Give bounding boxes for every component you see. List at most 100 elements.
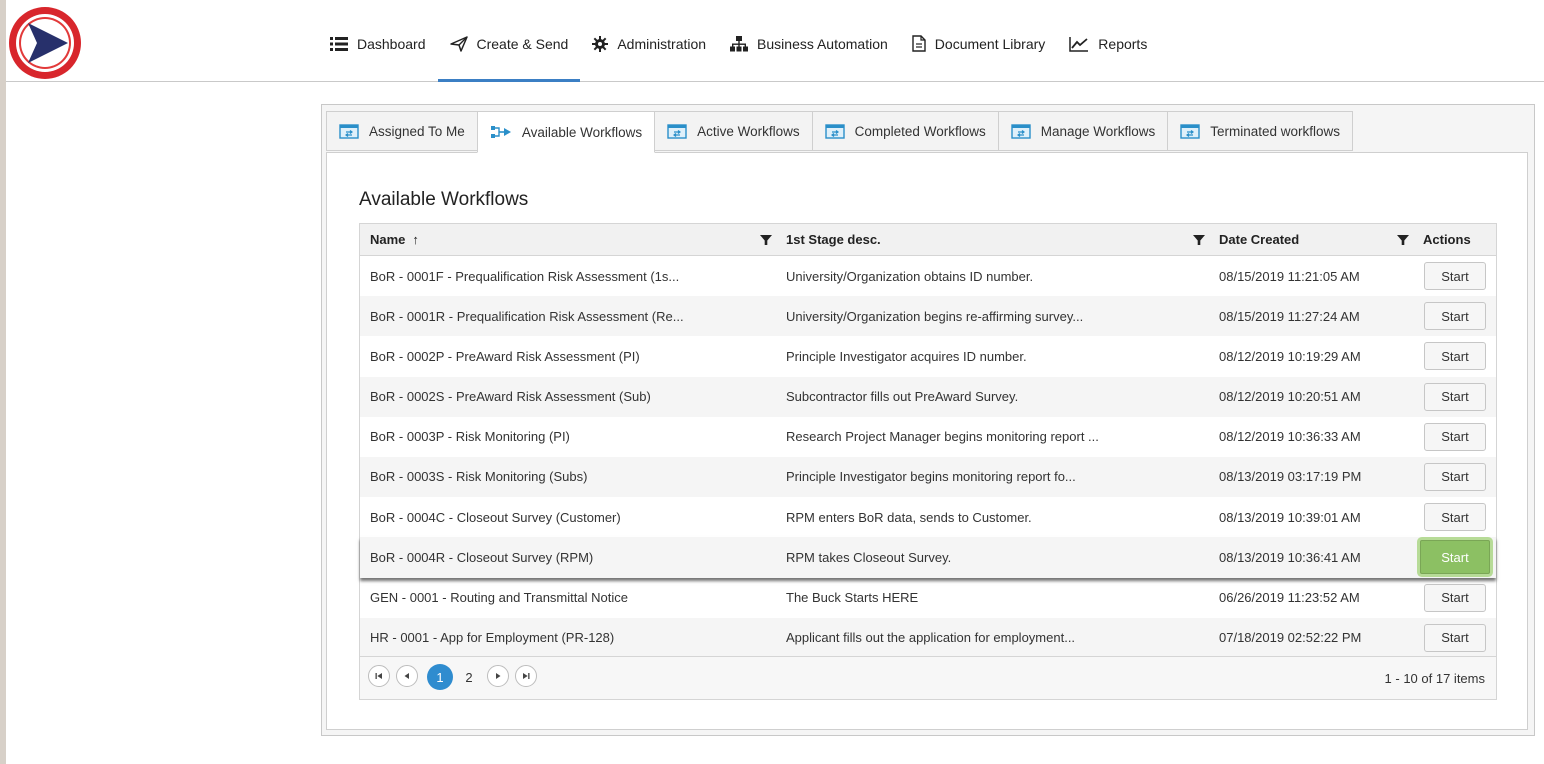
row-date: 08/13/2019 10:39:01 AM — [1219, 509, 1361, 525]
column-header-date[interactable]: Date Created — [1219, 224, 1299, 255]
start-button[interactable]: Start — [1424, 583, 1486, 612]
row-desc: RPM enters BoR data, sends to Customer. — [786, 509, 1032, 525]
row-desc: The Buck Starts HERE — [786, 590, 919, 605]
pager: 1 2 1 - 10 of 17 items — [360, 656, 1496, 699]
workflows-grid: Name ↑ 1st Stage desc. Date Created Acti… — [359, 223, 1497, 700]
row-name: BoR - 0001R - Prequalification Risk Asse… — [370, 308, 684, 324]
row-desc: University/Organization begins re-affirm… — [786, 308, 1084, 324]
filter-name-icon[interactable] — [760, 224, 772, 255]
nj-dot-logo[interactable] — [6, 6, 86, 80]
row-name: BoR - 0001F - Prequalification Risk Asse… — [370, 268, 680, 284]
nav-create-send-label: Create & Send — [476, 35, 569, 52]
row-date: 08/15/2019 11:27:24 AM — [1219, 308, 1360, 324]
row-name: BoR - 0004C - Closeout Survey (Customer) — [370, 509, 621, 525]
start-button[interactable]: Start — [1424, 623, 1486, 652]
column-date-label: Date Created — [1219, 232, 1300, 247]
table-row[interactable]: GEN - 0001 - Routing and Transmittal Not… — [360, 578, 1496, 618]
tab-available-workflows[interactable]: Available Workflows — [476, 111, 656, 153]
tab-assigned-to-me[interactable]: Assigned To Me — [326, 111, 478, 151]
row-desc: Applicant fills out the application for … — [786, 630, 1076, 646]
start-button[interactable]: Start — [1424, 342, 1486, 371]
nav-create-send[interactable]: Create & Send — [437, 6, 581, 82]
main-nav: Dashboard Create & Send Administration B… — [318, 6, 1159, 82]
start-button[interactable]: Start — [1424, 302, 1486, 331]
row-date: 08/12/2019 10:36:33 AM — [1219, 429, 1361, 445]
column-header-name[interactable]: Name ↑ — [370, 224, 419, 255]
table-row[interactable]: BoR - 0001F - Prequalification Risk Asse… — [360, 256, 1496, 296]
workflow-folder-icon — [824, 124, 845, 139]
tab-manage-workflows[interactable]: Manage Workflows — [997, 111, 1169, 151]
tab-active-workflows[interactable]: Active Workflows — [654, 111, 813, 151]
row-name: HR - 0001 - App for Employment (PR-128) — [370, 630, 615, 646]
start-button[interactable]: Start — [1424, 462, 1486, 491]
filter-date-icon[interactable] — [1397, 224, 1409, 255]
row-name: BoR - 0003S - Risk Monitoring (Subs) — [370, 469, 588, 485]
nav-document-library-label: Document Library — [934, 35, 1046, 52]
nav-administration[interactable]: Administration — [580, 6, 718, 81]
workflow-flow-icon — [490, 126, 511, 138]
pager-info: 1 - 10 of 17 items — [1384, 670, 1485, 686]
column-header-desc[interactable]: 1st Stage desc. — [786, 224, 881, 255]
row-date: 07/18/2019 02:52:22 PM — [1219, 630, 1362, 646]
table-row[interactable]: HR - 0001 - App for Employment (PR-128) … — [360, 617, 1496, 658]
nav-dashboard-label: Dashboard — [357, 35, 426, 52]
workflow-folder-icon — [339, 124, 359, 139]
row-name: BoR - 0002P - PreAward Risk Assessment (… — [370, 348, 640, 364]
tab-content: Available Workflows Name ↑ 1st Stage des… — [326, 152, 1528, 730]
start-button[interactable]: Start — [1424, 262, 1486, 290]
tab-terminated-workflows-label: Terminated workflows — [1210, 123, 1341, 139]
page-1-button[interactable]: 1 — [427, 664, 453, 690]
workflow-tabs: Assigned To Me Available Workflows Activ… — [326, 111, 1354, 153]
first-page-button[interactable] — [368, 665, 390, 687]
page-2-button[interactable]: 2 — [456, 664, 482, 690]
row-desc: Principle Investigator begins monitoring… — [786, 469, 1076, 485]
column-header-actions: Actions — [1423, 224, 1471, 255]
previous-page-icon — [404, 673, 409, 679]
table-row[interactable]: BoR - 0004C - Closeout Survey (Customer)… — [360, 497, 1496, 537]
table-row[interactable]: BoR - 0001R - Prequalification Risk Asse… — [360, 296, 1496, 337]
row-date: 08/12/2019 10:19:29 AM — [1219, 348, 1361, 364]
nav-reports[interactable]: Reports — [1057, 6, 1159, 81]
last-page-button[interactable] — [515, 665, 537, 687]
start-button[interactable]: Start — [1424, 503, 1486, 532]
workflow-folder-icon — [1180, 124, 1200, 139]
row-date: 08/13/2019 10:36:41 AM — [1219, 549, 1361, 565]
start-button-hovered[interactable]: Start — [1420, 540, 1490, 575]
first-page-icon — [375, 673, 382, 679]
table-row-hovered[interactable]: BoR - 0004R - Closeout Survey (RPM) RPM … — [360, 537, 1496, 578]
gear-icon — [592, 35, 609, 52]
document-icon — [912, 35, 926, 52]
previous-page-button[interactable] — [396, 665, 418, 687]
next-page-button[interactable] — [487, 665, 509, 687]
row-name: BoR - 0004R - Closeout Survey (RPM) — [370, 549, 594, 565]
sort-ascending-icon: ↑ — [412, 232, 419, 247]
line-chart-icon — [1069, 36, 1089, 52]
nav-dashboard[interactable]: Dashboard — [318, 6, 438, 81]
tab-terminated-workflows[interactable]: Terminated workflows — [1167, 111, 1354, 151]
start-button[interactable]: Start — [1424, 382, 1486, 411]
start-button[interactable]: Start — [1424, 422, 1486, 451]
row-date: 08/13/2019 03:17:19 PM — [1219, 469, 1362, 485]
column-desc-label: 1st Stage desc. — [786, 232, 881, 247]
row-desc: Principle Investigator acquires ID numbe… — [786, 348, 1027, 364]
tab-active-workflows-label: Active Workflows — [697, 123, 800, 139]
table-row[interactable]: BoR - 0003S - Risk Monitoring (Subs) Pri… — [360, 456, 1496, 498]
row-desc: RPM takes Closeout Survey. — [786, 549, 952, 565]
row-desc: Research Project Manager begins monitori… — [786, 429, 1099, 445]
table-row[interactable]: BoR - 0003P - Risk Monitoring (PI) Resea… — [360, 417, 1496, 457]
column-actions-label: Actions — [1423, 232, 1471, 247]
top-navigation-bar: Dashboard Create & Send Administration B… — [6, 6, 1544, 82]
nav-business-automation-label: Business Automation — [757, 35, 888, 52]
nav-document-library[interactable]: Document Library — [900, 6, 1058, 81]
tab-completed-workflows[interactable]: Completed Workflows — [811, 111, 999, 151]
filter-desc-icon[interactable] — [1193, 224, 1205, 255]
page-title: Available Workflows — [359, 189, 529, 210]
table-row[interactable]: BoR - 0002P - PreAward Risk Assessment (… — [360, 336, 1496, 376]
table-row[interactable]: BoR - 0002S - PreAward Risk Assessment (… — [360, 376, 1496, 417]
tab-manage-workflows-label: Manage Workflows — [1040, 123, 1156, 139]
row-date: 06/26/2019 11:23:52 AM — [1219, 590, 1360, 605]
org-chart-icon — [730, 35, 749, 51]
grid-header: Name ↑ 1st Stage desc. Date Created Acti… — [360, 224, 1496, 256]
workflow-folder-icon — [1011, 124, 1031, 139]
nav-business-automation[interactable]: Business Automation — [718, 6, 900, 81]
